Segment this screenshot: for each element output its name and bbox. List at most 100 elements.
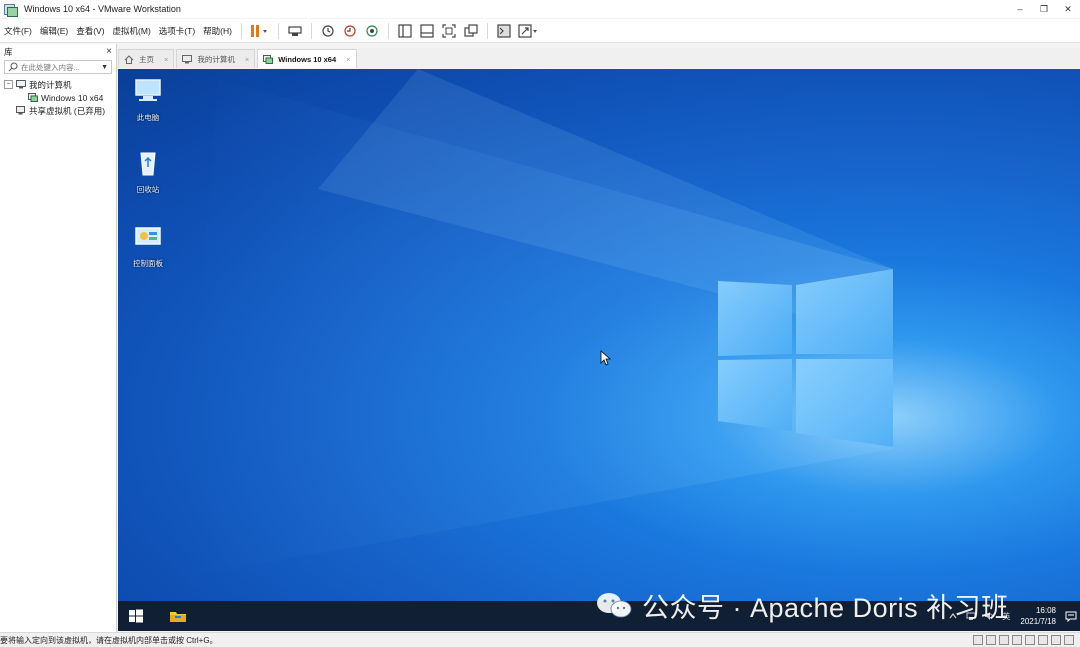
fullscreen-button[interactable] [440,22,458,40]
menu-file[interactable]: 文件(F) [0,25,36,37]
unity-button[interactable] [462,22,480,40]
file-explorer-icon [170,612,186,622]
message-log-icon[interactable] [1064,635,1074,645]
menu-edit[interactable]: 编辑(E) [36,25,72,37]
wechat-watermark: 公众号 · Apache Doris 补习班 [594,588,1009,623]
clock-date: 2021/7/18 [1020,617,1056,626]
desktop-icon-recycle-bin[interactable]: 回收站 [126,149,170,195]
show-library-button[interactable] [396,22,414,40]
title-bar: Windows 10 x64 - VMware Workstation – ❐ … [0,0,1080,18]
tab-close-icon[interactable]: × [245,55,249,64]
close-button[interactable]: ✕ [1056,0,1080,18]
status-device-icons [970,635,1074,645]
recycle-bin-icon [140,152,156,176]
tab-my-computer[interactable]: 我的计算机 × [176,49,256,68]
stretch-guest-icon [518,23,537,38]
tab-bar: 主页 × 我的计算机 × Windows 10 x64 × [118,48,1080,68]
wechat-logo-icon [597,593,632,618]
tree-item-shared-vms[interactable]: 共享虚拟机 (已弃用) [0,104,116,117]
control-panel-icon [135,227,161,245]
desktop-icon-control-panel[interactable]: 控制面板 [126,223,170,269]
console-view-button[interactable] [495,22,513,40]
printer-icon[interactable] [1038,635,1048,645]
tree-item-vm[interactable]: Windows 10 x64 [0,91,116,104]
manage-snapshots-button[interactable] [363,22,381,40]
clock-time: 16:08 [1035,606,1056,615]
toolbar-separator [387,22,389,39]
tree-item-label: Windows 10 x64 [41,92,104,103]
library-close-button[interactable]: × [106,46,112,57]
mouse-cursor-icon [600,350,612,366]
console-view-icon [497,23,511,38]
tab-home[interactable]: 主页 × [118,49,175,68]
file-explorer-taskbar-button[interactable] [160,601,196,631]
stretch-guest-button[interactable] [517,22,539,40]
menu-bar: 文件(F) 编辑(E) 查看(V) 虚拟机(M) 选项卡(T) 帮助(H) [0,19,1080,43]
thumbnail-bar-icon [420,23,434,38]
library-title: 库 [4,46,13,57]
action-center-button[interactable] [1062,601,1080,631]
watermark-text: 公众号 · Apache Doris 补习班 [642,592,1009,623]
hard-disk-icon[interactable] [973,635,983,645]
library-search-input[interactable] [21,62,102,72]
notification-icon [1065,611,1077,622]
maximize-button[interactable]: ❐ [1032,0,1056,18]
toolbar-separator [240,22,242,39]
window-title: Windows 10 x64 - VMware Workstation [24,4,181,14]
revert-snapshot-button[interactable] [341,22,359,40]
menu-help[interactable]: 帮助(H) [199,25,236,37]
toolbar-separator [277,22,279,39]
library-panel: 库 × ▼ − 我的计算机 Windows 10 x64 共享虚拟机 (已弃用) [0,44,117,632]
tab-close-icon[interactable]: × [164,55,168,64]
sound-card-icon[interactable] [1025,635,1035,645]
start-button[interactable] [118,601,154,631]
minimize-button[interactable]: – [1008,0,1032,18]
revert-snapshot-icon [344,24,356,37]
desktop-icon-label: 控制面板 [133,259,163,268]
cd-dvd-icon[interactable] [986,635,996,645]
menu-view[interactable]: 查看(V) [72,25,108,37]
home-icon [124,54,134,64]
library-search-box: ▼ [4,60,112,74]
shared-vm-icon [16,106,25,115]
snapshot-button[interactable] [319,22,337,40]
network-adapter-icon[interactable] [999,635,1009,645]
tab-label: 我的计算机 [197,54,235,64]
tree-item-label: 我的计算机 [29,79,72,90]
desktop-icon-label: 此电脑 [136,113,160,122]
vmware-app-icon [4,3,18,17]
send-ctrl-alt-del-icon [288,25,302,36]
thumbnail-bar-button[interactable] [418,22,436,40]
tab-label: Windows 10 x64 [278,54,337,64]
send-ctrl-alt-del-button[interactable] [286,22,304,40]
menu-tabs[interactable]: 选项卡(T) [155,25,199,37]
snapshot-icon [322,24,334,37]
toolbar-separator [486,22,488,39]
fullscreen-icon [442,23,456,38]
vmware-window: Windows 10 x64 - VMware Workstation – ❐ … [0,0,1080,647]
vm-console[interactable]: 此电脑 回收站 控制面板 英 16:08 2021/7/18 [118,69,1080,631]
tab-windows-10-x64[interactable]: Windows 10 x64 × [257,49,357,68]
status-bar: 要将输入定向到该虚拟机，请在虚拟机内部单击或按 Ctrl+G。 [0,632,1080,647]
pause-button[interactable] [249,22,271,40]
desktop-icon-this-pc[interactable]: 此电脑 [126,77,170,123]
vm-icon [28,93,38,102]
menu-vm[interactable]: 虚拟机(M) [109,25,155,37]
library-header: 库 × [0,44,116,59]
tree-item-label: 共享虚拟机 (已弃用) [29,105,106,116]
pause-icon [250,24,267,37]
collapse-toggle-icon[interactable]: − [4,80,13,89]
windows-start-icon [129,609,143,623]
taskbar-clock[interactable]: 16:08 2021/7/18 [1020,605,1056,627]
library-tree: − 我的计算机 Windows 10 x64 共享虚拟机 (已弃用) [0,78,116,117]
tab-close-icon[interactable]: × [346,55,350,64]
tree-item-my-computer[interactable]: − 我的计算机 [0,78,116,91]
unity-icon [464,23,478,37]
search-icon [8,62,18,72]
display-icon[interactable] [1051,635,1061,645]
desktop-icon-label: 回收站 [136,185,160,194]
search-dropdown-icon[interactable]: ▼ [101,64,108,71]
vm-icon [263,54,274,64]
computer-icon [182,54,193,63]
usb-controller-icon[interactable] [1012,635,1022,645]
